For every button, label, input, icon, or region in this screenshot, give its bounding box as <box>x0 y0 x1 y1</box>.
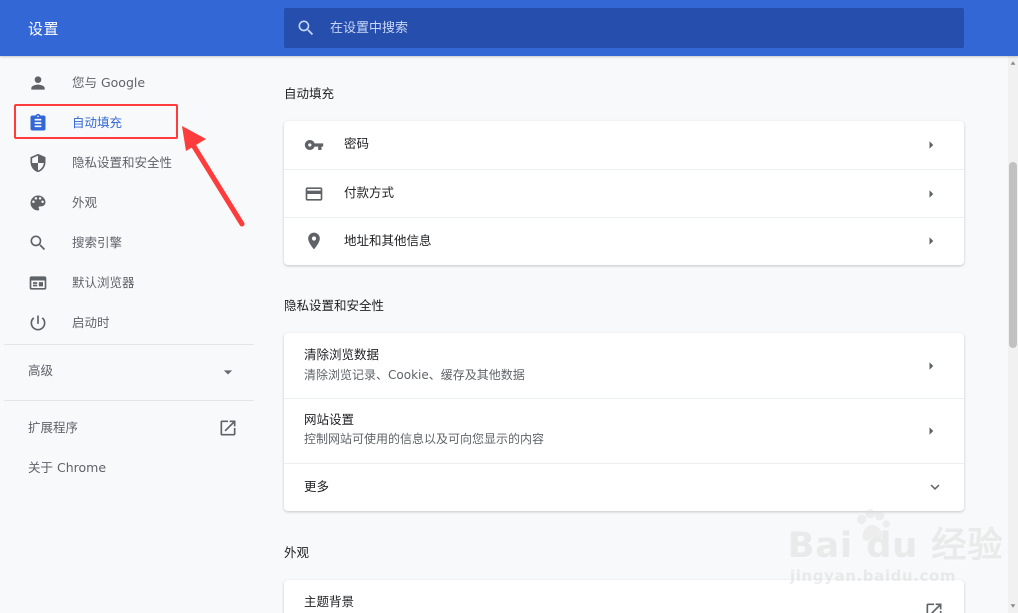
key-icon <box>304 140 324 150</box>
settings-search-box[interactable] <box>284 8 964 48</box>
page-title: 设置 <box>28 20 60 38</box>
chevron-right-icon <box>929 141 934 149</box>
row-secondary-text: 控制网站可使用的信息以及可向您显示的内容 <box>304 432 545 446</box>
row-label: 密码 <box>344 136 370 151</box>
sidebar-item-label: 隐私设置和安全性 <box>72 155 173 170</box>
sidebar-advanced-toggle[interactable]: 高级 <box>28 362 53 380</box>
sidebar-divider <box>4 344 254 345</box>
credit-card-icon <box>305 187 323 201</box>
row-label: 地址和其他信息 <box>344 233 432 248</box>
passwords-row[interactable]: 密码 <box>284 121 964 169</box>
row-label: 更多 <box>304 479 330 494</box>
row-secondary-text: 清除浏览记录、Cookie、缓存及其他数据 <box>304 368 525 382</box>
sidebar-item-label: 搜索引擎 <box>72 235 123 250</box>
addresses-row[interactable]: 地址和其他信息 <box>284 218 964 265</box>
settings-sidebar: 您与 Google 自动填充 隐私设置和安全性 外观 搜索引擎 默认浏览器 启动… <box>4 56 254 613</box>
open-in-new-icon[interactable] <box>218 418 238 438</box>
search-icon <box>30 235 46 251</box>
chevron-right-icon <box>929 190 934 198</box>
palette-icon <box>30 195 46 211</box>
sidebar-item-on-startup[interactable]: 启动时 <box>4 303 254 343</box>
sidebar-item-label: 启动时 <box>72 315 110 330</box>
watermark-brand-text: Bai du 经验 <box>788 526 1004 566</box>
sidebar-item-privacy-security[interactable]: 隐私设置和安全性 <box>4 143 254 183</box>
sidebar-about-chrome[interactable]: 关于 Chrome <box>28 459 106 477</box>
open-in-new-icon <box>926 603 942 613</box>
clear-browsing-data-row[interactable]: 清除浏览数据 清除浏览记录、Cookie、缓存及其他数据 <box>284 333 964 398</box>
chevron-right-icon <box>929 427 934 435</box>
browser-window-icon <box>29 276 47 290</box>
sidebar-item-search-engine[interactable]: 搜索引擎 <box>4 223 254 263</box>
row-label: 网站设置 <box>304 412 355 427</box>
chrome-settings-page: 设置 您与 Google 自动填充 隐私设置和安全性 外观 搜索引擎 <box>0 0 1018 613</box>
sidebar-divider <box>4 400 254 401</box>
clipboard-icon <box>30 113 46 131</box>
sidebar-item-label: 您与 Google <box>72 75 146 90</box>
caret-down-icon[interactable] <box>218 362 238 382</box>
shield-icon <box>30 153 46 173</box>
sidebar-item-label: 默认浏览器 <box>72 275 135 290</box>
autofill-section-title: 自动填充 <box>284 86 335 101</box>
page-scrollbar[interactable] <box>1008 56 1018 613</box>
person-icon <box>31 76 45 90</box>
location-pin-icon <box>308 232 320 250</box>
sidebar-item-appearance[interactable]: 外观 <box>4 183 254 223</box>
sidebar-item-label: 外观 <box>72 195 98 210</box>
more-privacy-row[interactable]: 更多 <box>284 464 964 511</box>
sidebar-item-you-and-google[interactable]: 您与 Google <box>4 63 254 103</box>
sidebar-extensions-link[interactable]: 扩展程序 <box>28 419 78 437</box>
appearance-card: 主题背景 <box>284 580 964 613</box>
chevron-right-icon <box>929 362 934 370</box>
expand-more-icon <box>930 484 940 490</box>
sidebar-item-label: 自动填充 <box>72 115 123 130</box>
search-icon <box>298 20 314 36</box>
row-label: 主题背景 <box>304 594 355 609</box>
settings-header: 设置 <box>0 0 1018 56</box>
row-label: 清除浏览数据 <box>304 347 380 362</box>
power-icon <box>30 315 46 331</box>
site-settings-row[interactable]: 网站设置 控制网站可使用的信息以及可向您显示的内容 <box>284 399 964 463</box>
scrollbar-thumb[interactable] <box>1009 162 1017 348</box>
sidebar-item-autofill[interactable]: 自动填充 <box>4 103 254 143</box>
scroll-up-icon[interactable] <box>1010 60 1016 66</box>
privacy-card: 清除浏览数据 清除浏览记录、Cookie、缓存及其他数据 网站设置 控制网站可使… <box>284 333 964 511</box>
settings-search-input[interactable] <box>330 8 930 48</box>
paw-logo-icon <box>856 509 890 541</box>
theme-row[interactable]: 主题背景 <box>284 580 964 613</box>
privacy-section-title: 隐私设置和安全性 <box>284 298 385 313</box>
row-label: 付款方式 <box>344 185 395 200</box>
autofill-card: 密码 付款方式 地址和其他信息 <box>284 121 964 265</box>
appearance-section-title: 外观 <box>284 545 310 560</box>
chevron-right-icon <box>929 237 934 245</box>
sidebar-item-default-browser[interactable]: 默认浏览器 <box>4 263 254 303</box>
scroll-down-icon[interactable] <box>1010 603 1016 609</box>
payment-methods-row[interactable]: 付款方式 <box>284 170 964 218</box>
